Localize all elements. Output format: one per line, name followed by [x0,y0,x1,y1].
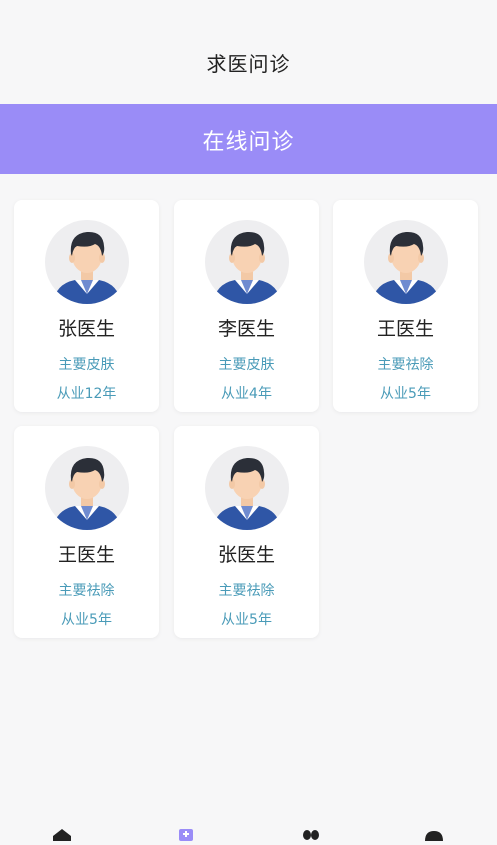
doctor-card[interactable]: 王医生 主要祛除 从业5年 [14,426,159,638]
top-navigation-bar: 求医问诊 [0,0,497,104]
doctor-card[interactable]: 王医生 主要祛除 从业5年 [333,200,478,412]
doctor-experience: 从业5年 [221,612,272,628]
doctor-experience: 从业4年 [221,386,272,402]
doctor-specialty: 主要祛除 [218,583,275,599]
doctor-specialty: 主要祛除 [377,357,434,373]
page-title: 求医问诊 [206,52,291,76]
doctor-avatar [45,446,129,530]
doctor-avatar [205,220,289,304]
doctor-avatar-icon [53,457,121,530]
doctor-experience: 从业5年 [61,612,112,628]
doctor-specialty: 主要皮肤 [218,357,275,373]
doctor-card[interactable]: 张医生 主要祛除 从业5年 [174,426,319,638]
doctor-avatar [205,446,289,530]
home-icon[interactable] [51,826,73,841]
doctor-specialty: 主要皮肤 [58,357,115,373]
doctor-name: 张医生 [57,318,115,340]
doctor-card[interactable]: 张医生 主要皮肤 从业12年 [14,200,159,412]
doctor-specialty: 主要祛除 [58,583,115,599]
doctor-avatar-icon [372,231,440,304]
doctor-card[interactable]: 李医生 主要皮肤 从业4年 [174,200,319,412]
doctor-avatar-icon [213,457,281,530]
bottom-tab-bar [0,818,497,841]
profile-icon[interactable] [423,826,445,841]
doctor-avatar-icon [53,231,121,304]
doctor-avatar-icon [213,231,281,304]
doctor-avatar [45,220,129,304]
banner-label: 在线问诊 [202,130,295,155]
doctor-name: 王医生 [376,318,434,340]
doctor-avatar [364,220,448,304]
community-icon[interactable] [300,826,322,840]
consult-icon[interactable] [175,826,197,841]
doctor-name: 王医生 [57,544,115,566]
doctor-name: 张医生 [217,544,275,566]
doctor-experience: 从业12年 [56,386,117,402]
doctor-name: 李医生 [217,318,275,340]
online-consultation-banner[interactable]: 在线问诊 [0,104,497,174]
doctor-experience: 从业5年 [380,386,431,402]
